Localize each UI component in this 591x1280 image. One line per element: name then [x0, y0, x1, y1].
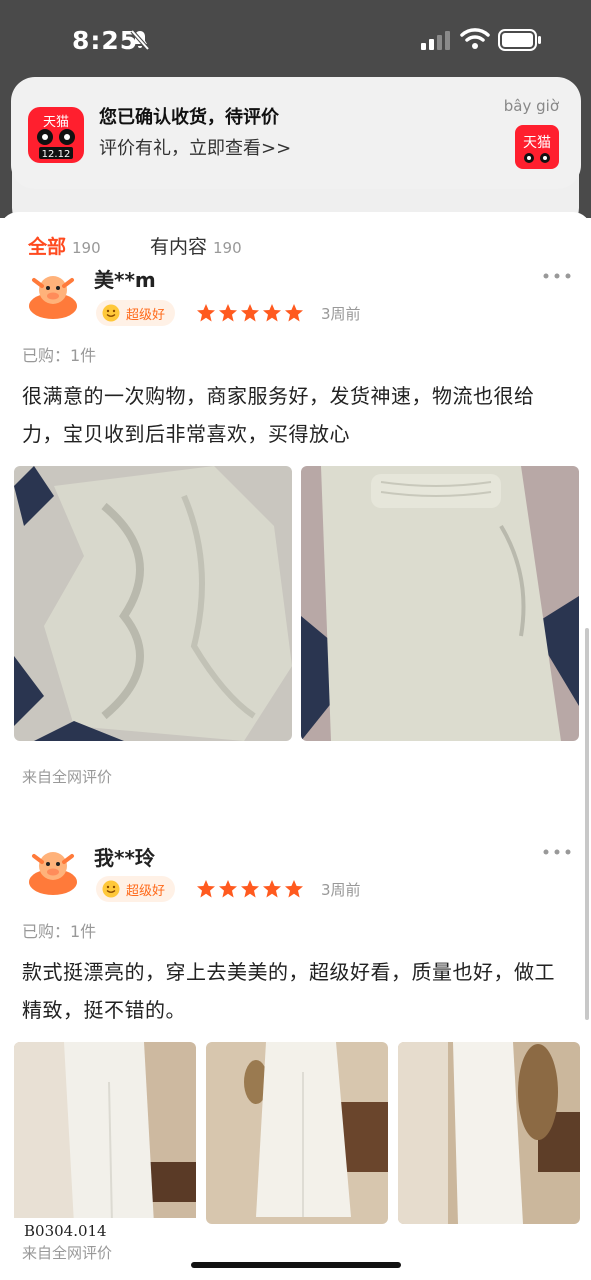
- review-photo[interactable]: [206, 1042, 388, 1224]
- notification-title: 您已确认收货，待评价: [99, 107, 279, 128]
- star-icon: [219, 880, 237, 898]
- badge-label: 超级好: [126, 883, 166, 899]
- home-indicator[interactable]: [191, 1262, 401, 1268]
- star-icon: [263, 304, 281, 322]
- review-photo[interactable]: [14, 466, 292, 741]
- tab-all-label: 全部: [28, 236, 67, 258]
- review-photo[interactable]: [301, 466, 579, 741]
- review-photo[interactable]: [398, 1042, 580, 1224]
- star-icon: [241, 880, 259, 898]
- star-icon: [241, 304, 259, 322]
- silent-bell-icon: [130, 29, 150, 51]
- tmall-app-icon: 天猫 12.12: [28, 107, 84, 163]
- review-username: 我**玲: [94, 846, 155, 870]
- smiley-icon: [102, 880, 120, 898]
- rating-badge: 超级好: [96, 300, 176, 326]
- star-icon: [285, 304, 303, 322]
- notification-body: 评价有礼，立即查看>>: [99, 138, 292, 159]
- review-photo[interactable]: [14, 1042, 196, 1224]
- cellular-signal-icon: [421, 31, 450, 50]
- star-rating: [196, 879, 306, 899]
- purchase-quantity: 已购：1件: [22, 922, 97, 941]
- more-options-icon[interactable]: [542, 848, 572, 856]
- star-rating: [196, 303, 306, 323]
- notification-time: bây giờ: [503, 97, 559, 115]
- rating-badge: 超级好: [96, 876, 176, 902]
- smiley-icon: [102, 304, 120, 322]
- tmall-thumbnail-icon: 天猫: [515, 125, 559, 169]
- notification-card[interactable]: 天猫 12.12 您已确认收货，待评价 评价有礼，立即查看>> bây giờ …: [11, 77, 581, 189]
- star-icon: [219, 304, 237, 322]
- thumb-brand-text: 天猫: [523, 135, 551, 151]
- review-source: 来自全网评价: [22, 768, 113, 786]
- star-icon: [197, 304, 215, 322]
- app-badge-text: 12.12: [42, 149, 71, 160]
- review-username-clip: 美**m: [0, 262, 591, 292]
- review-source: 来自全网评价: [22, 1244, 113, 1262]
- tab-with-content[interactable]: 有内容 190: [150, 232, 242, 259]
- star-icon: [197, 880, 215, 898]
- watermark-label: B0304.014: [14, 1218, 196, 1244]
- app-brand-text: 天猫: [43, 115, 69, 130]
- status-bar: 8:25: [0, 0, 591, 80]
- star-icon: [285, 880, 303, 898]
- avatar-cow-icon[interactable]: [26, 842, 80, 896]
- tab-with-content-label: 有内容: [150, 236, 208, 258]
- star-icon: [263, 880, 281, 898]
- wifi-icon: [460, 28, 490, 49]
- avatar-cow-icon[interactable]: [26, 266, 80, 320]
- reviews-panel: 全部 190 有内容 190 美**m 超级好 3周前 已购：1件 很满意的一次…: [0, 212, 591, 1280]
- battery-icon: [498, 29, 541, 51]
- scrollbar[interactable]: [585, 628, 589, 1020]
- badge-label: 超级好: [126, 307, 166, 323]
- tab-all[interactable]: 全部 190: [28, 232, 101, 259]
- review-text: 很满意的一次购物，商家服务好，发货神速，物流也很给力，宝贝收到后非常喜欢，买得放…: [22, 384, 535, 446]
- review-text: 款式挺漂亮的，穿上去美美的，超级好看，质量也好，做工精致，挺不错的。: [22, 960, 555, 1022]
- tab-with-content-count: 190: [213, 239, 242, 257]
- review-username: 美**m: [94, 268, 156, 292]
- tab-all-count: 190: [72, 239, 101, 257]
- review-time-ago: 3周前: [321, 305, 361, 323]
- review-time-ago: 3周前: [321, 881, 361, 899]
- purchase-quantity: 已购：1件: [22, 346, 97, 365]
- more-options-icon[interactable]: [542, 272, 572, 280]
